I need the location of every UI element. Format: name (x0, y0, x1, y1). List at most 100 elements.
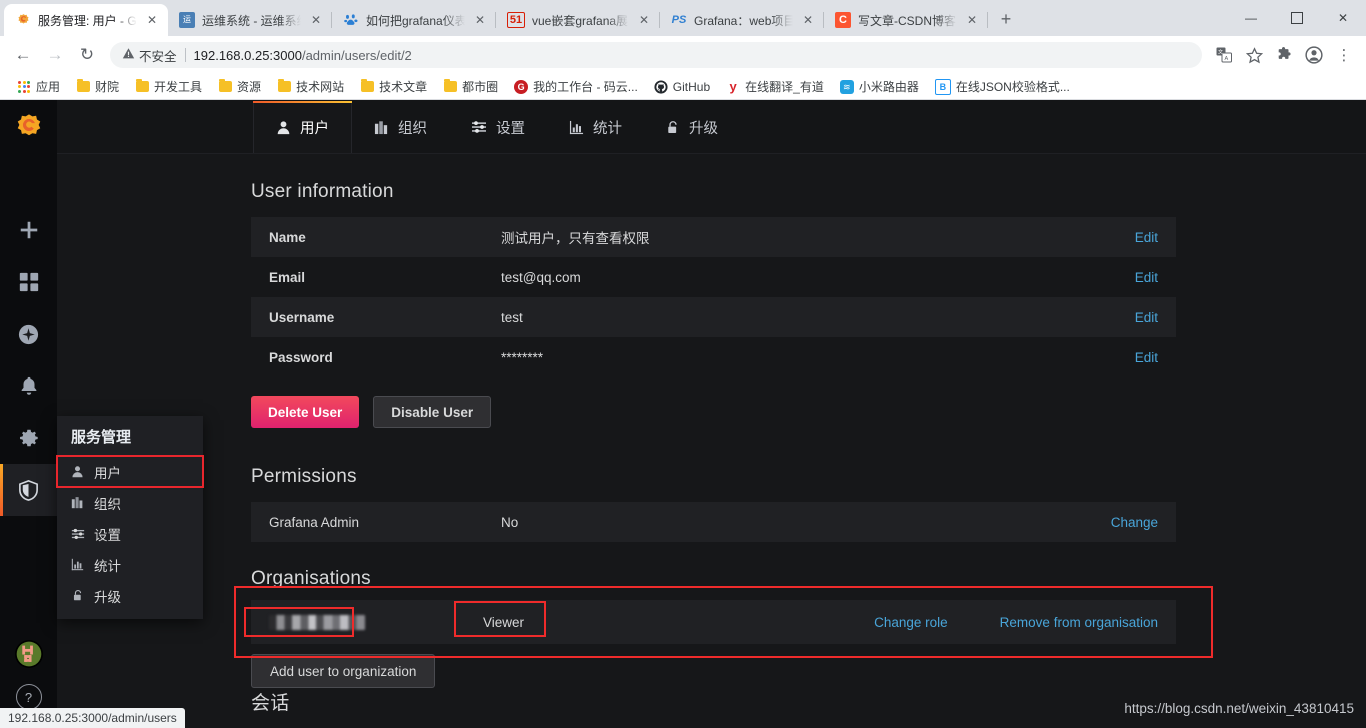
warning-triangle-icon (122, 47, 135, 63)
bookmark-folder-1[interactable]: 财院 (68, 76, 127, 98)
tab-label: 组织 (398, 120, 427, 137)
bookmark-folder-3[interactable]: 资源 (210, 76, 269, 98)
profile-avatar-icon[interactable] (1300, 41, 1328, 69)
folder-icon (360, 79, 374, 94)
organisation-name (251, 614, 483, 630)
folder-icon (135, 79, 149, 94)
bookmark-label: 我的工作台 - 码云... (533, 80, 638, 94)
edit-password-link[interactable]: Edit (1135, 350, 1158, 365)
browser-tab-title: 运维系统 - 运维系统 (202, 13, 301, 28)
reload-icon[interactable]: ↻ (72, 40, 102, 70)
bookmark-bejson[interactable]: B 在线JSON校验格式... (927, 76, 1078, 98)
browser-tab-5[interactable]: C 写文章-CSDN博客 ✕ (824, 4, 988, 36)
security-indicator[interactable]: 不安全 (122, 46, 177, 65)
bookmark-label: 在线翻译_有道 (745, 80, 824, 94)
page-tabs: 用户 组织 设置 统计 升级 (57, 100, 1366, 154)
table-row: Username test Edit (251, 297, 1176, 337)
table-row: Email test@qq.com Edit (251, 257, 1176, 297)
tab-users[interactable]: 用户 (253, 101, 352, 153)
explore-icon[interactable] (0, 308, 57, 360)
flyout-item-upgrade[interactable]: 升级 (57, 580, 203, 611)
bookmark-label: 应用 (36, 80, 61, 94)
browser-tab-1[interactable]: 运 运维系统 - 运维系统 ✕ (168, 4, 332, 36)
baidu-icon (343, 12, 359, 28)
close-icon[interactable]: ✕ (964, 12, 980, 28)
delete-user-button[interactable]: Delete User (251, 396, 360, 428)
tab-label: 用户 (300, 120, 329, 137)
tab-upgrade[interactable]: 升级 (644, 101, 740, 153)
tab-orgs[interactable]: 组织 (352, 101, 449, 153)
server-admin-shield-icon[interactable] (0, 464, 57, 516)
omnibox-actions: 文A ⋮ (1210, 41, 1358, 69)
svg-text:A: A (1225, 56, 1229, 62)
bookmark-folder-5[interactable]: 技术文章 (352, 76, 435, 98)
ops-icon: 运 (179, 12, 195, 28)
youdao-icon: y (729, 79, 737, 94)
flyout-item-stats[interactable]: 统计 (57, 549, 203, 580)
row-value: No (501, 502, 643, 542)
maximize-button[interactable] (1274, 0, 1320, 36)
bookmark-folder-4[interactable]: 技术网站 (269, 76, 352, 98)
grafana-logo-icon[interactable] (0, 100, 57, 156)
github-icon (654, 79, 668, 94)
user-action-buttons: Delete User Disable User (251, 396, 1366, 428)
browser-tab-0[interactable]: 服务管理: 用户 - Grafana ✕ (4, 4, 168, 36)
browser-tab-4[interactable]: PS Grafana：web项目的监 ✕ (660, 4, 824, 36)
close-icon[interactable]: ✕ (308, 12, 324, 28)
watermark-text: https://blog.csdn.net/weixin_43810415 (1124, 701, 1354, 716)
bookmark-youdao[interactable]: y 在线翻译_有道 (718, 76, 832, 98)
forward-icon[interactable]: → (40, 40, 70, 70)
close-icon[interactable]: ✕ (144, 12, 160, 28)
help-icon[interactable]: ? (15, 684, 42, 710)
permissions-heading: Permissions (251, 466, 357, 487)
flyout-item-settings[interactable]: 设置 (57, 518, 203, 549)
close-icon[interactable]: ✕ (472, 12, 488, 28)
edit-username-link[interactable]: Edit (1135, 310, 1158, 325)
back-icon[interactable]: ← (8, 40, 38, 70)
omnibox-divider (184, 48, 186, 62)
puzzle-icon[interactable] (1270, 41, 1298, 69)
bookmark-label: 都市圈 (462, 80, 499, 94)
three-dot-menu-icon[interactable]: ⋮ (1330, 41, 1358, 69)
browser-tab-2[interactable]: 如何把grafana仪表盘的 ✕ (332, 4, 496, 36)
bookmark-gitee[interactable]: G 我的工作台 - 码云... (506, 76, 646, 98)
row-action: Edit (1029, 257, 1176, 297)
bookmark-apps[interactable]: 应用 (9, 76, 68, 98)
browser-navigation-bar: ← → ↻ 不安全 192.168.0.25:3000/admin/users/… (0, 36, 1366, 74)
sliders-icon (70, 527, 85, 541)
translate-icon[interactable]: 文A (1210, 41, 1238, 69)
minimize-button[interactable]: — (1228, 0, 1274, 36)
bookmark-folder-6[interactable]: 都市圈 (435, 76, 506, 98)
flyout-item-label: 统计 (94, 558, 121, 574)
address-bar[interactable]: 不安全 192.168.0.25:3000/admin/users/edit/2 (110, 42, 1202, 68)
close-window-button[interactable]: ✕ (1320, 0, 1366, 36)
flyout-item-users[interactable]: 用户 (56, 455, 204, 488)
flyout-item-orgs[interactable]: 组织 (57, 487, 203, 518)
tab-settings[interactable]: 设置 (449, 101, 547, 153)
change-role-link[interactable]: Change role (874, 615, 948, 630)
create-icon[interactable] (0, 204, 57, 256)
new-tab-button[interactable]: + (992, 5, 1020, 33)
close-icon[interactable]: ✕ (800, 12, 816, 28)
add-user-to-organization-button[interactable]: Add user to organization (251, 654, 436, 688)
alerting-bell-icon[interactable] (0, 360, 57, 412)
dashboards-icon[interactable] (0, 256, 57, 308)
bookmark-mi-router[interactable]: ≋ 小米路由器 (832, 76, 927, 98)
change-permission-link[interactable]: Change (1111, 515, 1158, 530)
disable-user-button[interactable]: Disable User (373, 396, 492, 428)
edit-email-link[interactable]: Edit (1135, 270, 1158, 285)
browser-tab-3[interactable]: 51 vue嵌套grafana展示大 ✕ (496, 4, 660, 36)
row-value: test@qq.com (501, 257, 1030, 297)
close-icon[interactable]: ✕ (636, 12, 652, 28)
browser-tab-title: 写文章-CSDN博客 (858, 13, 956, 28)
user-avatar[interactable] (14, 640, 43, 668)
bookmark-github[interactable]: GitHub (646, 76, 718, 98)
bookmark-folder-2[interactable]: 开发工具 (127, 76, 210, 98)
remove-from-organisation-link[interactable]: Remove from organisation (1000, 615, 1158, 630)
star-icon[interactable] (1240, 41, 1268, 69)
row-label: Name (251, 217, 501, 257)
configuration-gear-icon[interactable] (0, 412, 57, 464)
row-label: Email (251, 257, 501, 297)
tab-stats[interactable]: 统计 (547, 101, 644, 153)
edit-name-link[interactable]: Edit (1135, 230, 1158, 245)
